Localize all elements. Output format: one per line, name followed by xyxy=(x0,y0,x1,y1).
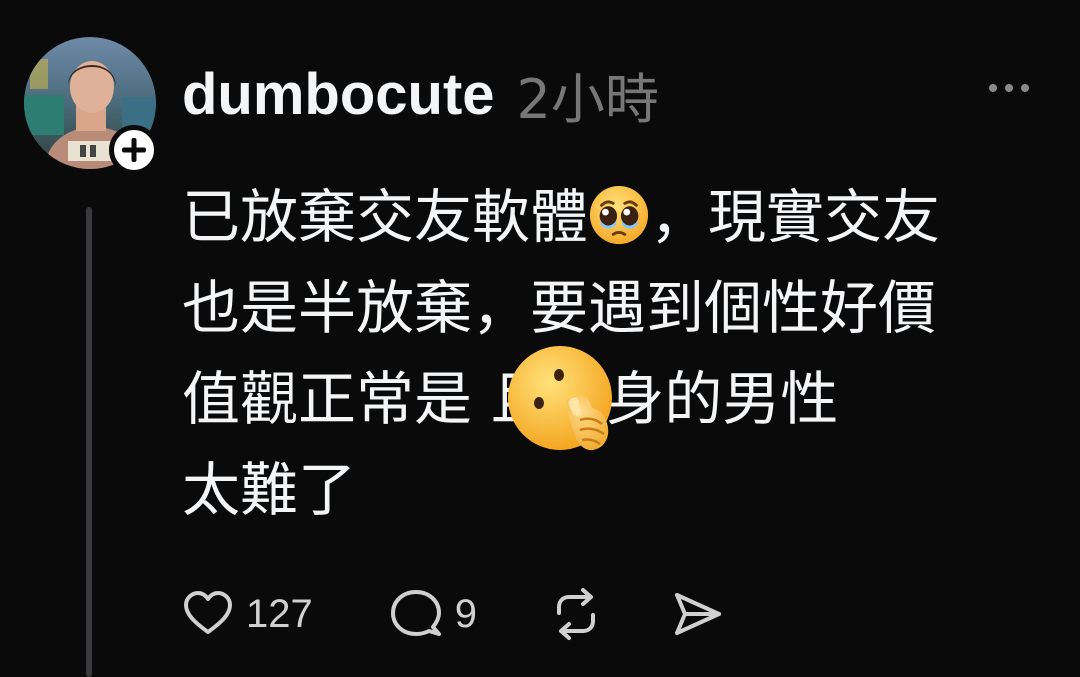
post-text-segment: ，現實交友 xyxy=(650,183,941,251)
ellipsis-icon xyxy=(989,84,1029,92)
share-button[interactable] xyxy=(671,587,725,641)
thread-line xyxy=(86,207,92,677)
comment-icon xyxy=(390,590,441,636)
heart-icon xyxy=(184,591,232,634)
follow-button[interactable] xyxy=(109,125,159,175)
repost-button[interactable] xyxy=(549,587,603,641)
post-text-line-1: 已放棄交友軟體 ，現實交友 xyxy=(182,172,1042,263)
shushing-face-emoji xyxy=(508,346,612,451)
reply-count: 9 xyxy=(454,591,477,636)
send-icon xyxy=(675,593,721,635)
pleading-face-emoji xyxy=(589,185,649,245)
username-link[interactable]: dumbocute xyxy=(182,61,495,128)
post-text-segment: 已放棄交友軟體 xyxy=(182,183,589,251)
more-options-button[interactable] xyxy=(985,76,1033,100)
author-avatar-container xyxy=(24,37,159,175)
like-count: 127 xyxy=(246,591,313,636)
plus-icon xyxy=(122,138,146,162)
like-button[interactable]: 127 xyxy=(182,588,313,640)
timestamp: 2小時 xyxy=(516,67,659,131)
reply-button[interactable]: 9 xyxy=(389,587,477,641)
repost-icon xyxy=(557,588,595,640)
post-actions: 127 9 xyxy=(182,586,725,642)
post-header: dumbocute 2小時 xyxy=(182,52,659,136)
